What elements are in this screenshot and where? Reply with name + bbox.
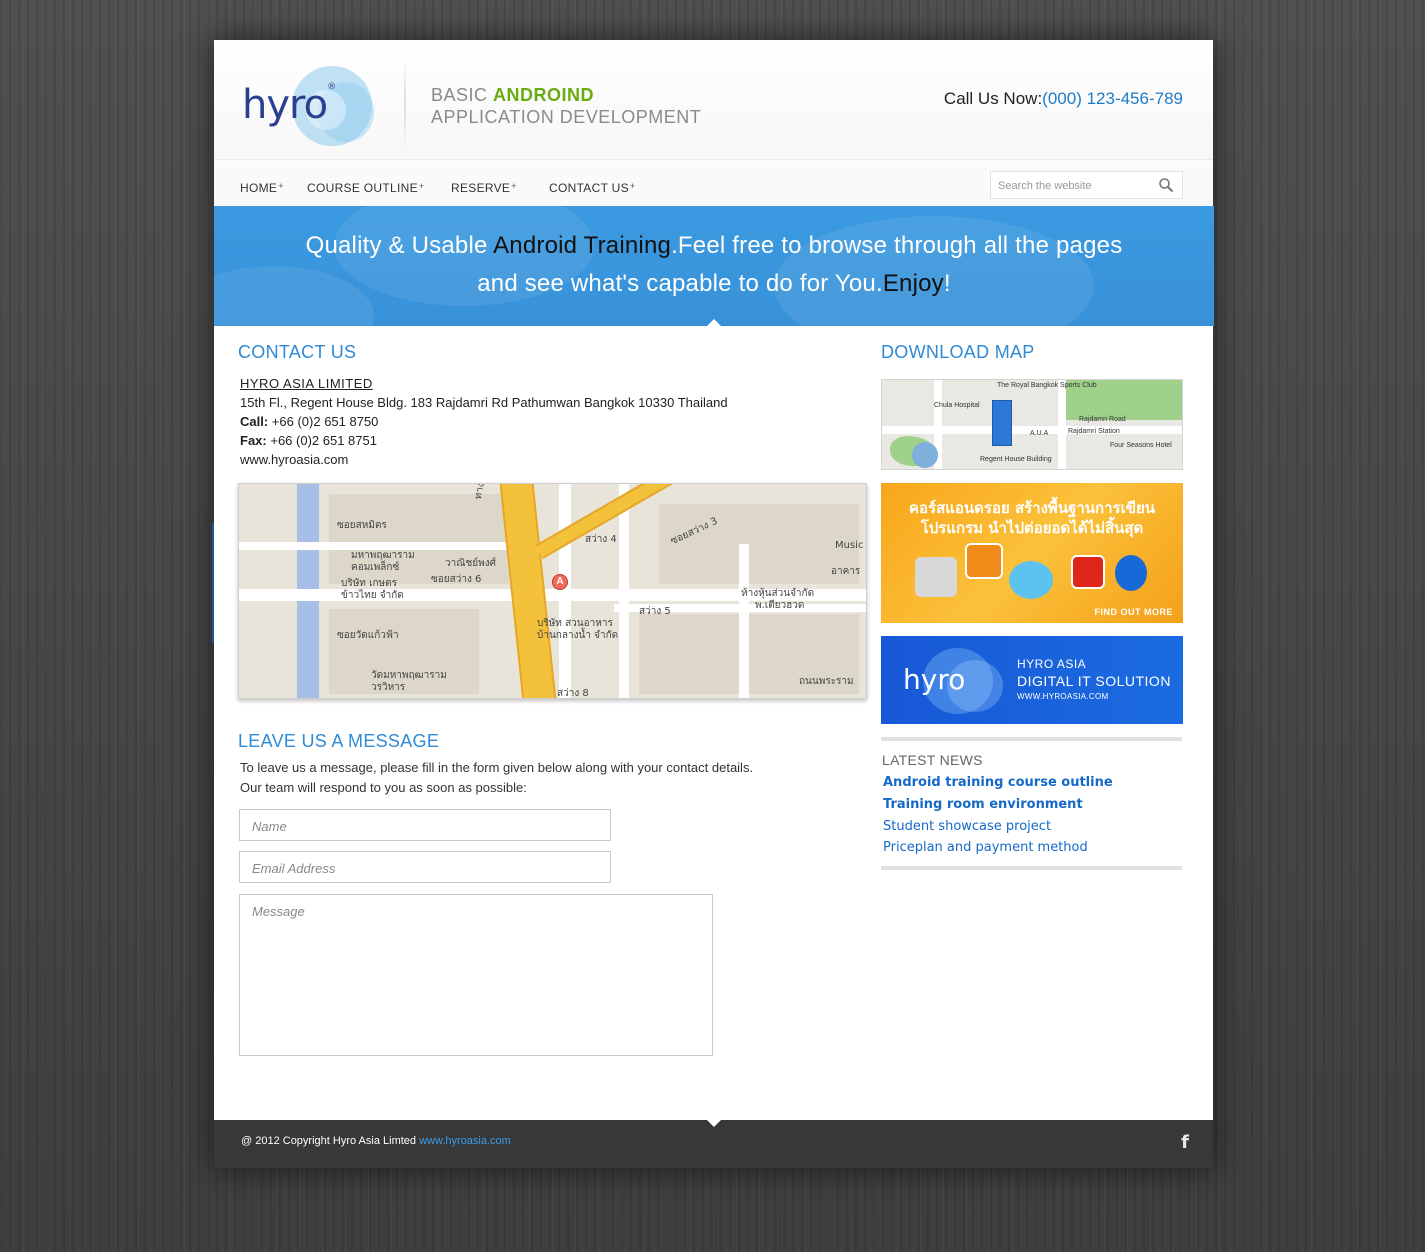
news-divider-top <box>881 737 1182 741</box>
page-container: hyro® BASIC ANDROIND APPLICATION DEVELOP… <box>214 40 1214 1168</box>
map-road <box>1058 380 1066 469</box>
hero-banner: Quality & Usable Android Training.Feel f… <box>214 206 1214 326</box>
phone-number[interactable]: (000) 123-456-789 <box>1042 89 1183 108</box>
company-website[interactable]: www.hyroasia.com <box>240 450 728 469</box>
message-intro: To leave us a message, please fill in th… <box>240 760 754 795</box>
site-tagline: BASIC ANDROIND APPLICATION DEVELOPMENT <box>431 85 702 127</box>
nav-item-contact-us[interactable]: CONTACT US+ <box>549 181 635 195</box>
company-address: 15th Fl., Regent House Bldg. 183 Rajdamr… <box>240 395 728 410</box>
nav-item-reserve[interactable]: RESERVE+ <box>451 181 517 195</box>
location-map[interactable]: ซอยสหมิตร มหาพฤฒาราม คอมเพล็กซ์ วาณิชย์พ… <box>238 483 867 699</box>
map-road <box>739 544 749 698</box>
header-divider <box>404 58 406 150</box>
news-link-training-room[interactable]: Training room environment <box>883 797 1083 812</box>
logo-wordmark: hyro® <box>242 82 336 128</box>
youtube-icon <box>1071 555 1105 589</box>
latest-news-title: LATEST NEWS <box>882 752 983 768</box>
download-map-title: DOWNLOAD MAP <box>881 342 1035 362</box>
map-road <box>559 484 571 698</box>
rss-icon <box>965 543 1003 579</box>
news-link-course-outline[interactable]: Android training course outline <box>883 775 1113 790</box>
email-field[interactable]: Email Address <box>239 851 611 883</box>
main-nav: HOME+ COURSE OUTLINE+ RESERVE+ CONTACT U… <box>214 161 1213 206</box>
news-link-priceplan[interactable]: Priceplan and payment method <box>883 840 1088 855</box>
message-textarea[interactable]: Message <box>239 894 713 1056</box>
company-fax: Fax: +66 (0)2 651 8751 <box>240 433 377 448</box>
hyro-logo-white: hyro <box>903 663 966 696</box>
leave-message-title: LEAVE US A MESSAGE <box>238 731 440 751</box>
twitter-icon <box>1009 561 1053 599</box>
map-road <box>619 484 629 698</box>
search-input[interactable]: Search the website <box>990 171 1183 199</box>
company-name: HYRO ASIA LIMITED <box>240 376 373 391</box>
map-marker-pin[interactable]: A <box>552 574 568 590</box>
banner-line-2: and see what's capable to do for You.Enj… <box>477 270 951 297</box>
footer: @ 2012 Copyright Hyro Asia Limted www.hy… <box>214 1120 1213 1168</box>
news-divider-bottom <box>881 866 1182 870</box>
company-details: HYRO ASIA LIMITED 15th Fl., Regent House… <box>240 374 728 469</box>
download-map-thumbnail[interactable]: The Royal Bangkok Sports Club Chula Hosp… <box>881 379 1183 470</box>
search-icon[interactable] <box>1158 177 1174 193</box>
company-call: Call: +66 (0)2 651 8750 <box>240 414 379 429</box>
bluetooth-icon <box>1115 555 1147 591</box>
call-us-now: Call Us Now:(000) 123-456-789 <box>943 89 1183 108</box>
copyright-text: @ 2012 Copyright Hyro Asia Limted www.hy… <box>241 1135 511 1147</box>
hyro-logo[interactable]: hyro® <box>240 60 380 150</box>
contact-us-title: CONTACT US <box>238 342 357 362</box>
name-field[interactable]: Name <box>239 809 611 841</box>
banner-pointer <box>707 319 721 326</box>
news-link-student-showcase[interactable]: Student showcase project <box>883 819 1051 834</box>
building-icon <box>992 400 1012 446</box>
footer-website-link[interactable]: www.hyroasia.com <box>419 1135 511 1147</box>
hyro-asia-ad[interactable]: hyro HYRO ASIA DIGITAL IT SOLUTION WWW.H… <box>881 636 1183 724</box>
android-phone-icon <box>915 557 957 597</box>
facebook-icon[interactable]: f <box>1181 1132 1189 1153</box>
header: hyro® BASIC ANDROIND APPLICATION DEVELOP… <box>214 40 1213 160</box>
nav-item-home[interactable]: HOME+ <box>240 181 284 195</box>
banner-line-1: Quality & Usable Android Training.Feel f… <box>305 232 1123 259</box>
map-marker <box>912 442 938 468</box>
map-block <box>659 504 859 584</box>
nav-item-course-outline[interactable]: COURSE OUTLINE+ <box>307 181 424 195</box>
android-course-promo[interactable]: คอร์สแอนดรอย สร้างพื้นฐานการเขียน โปรแกร… <box>881 483 1183 623</box>
footer-pointer <box>707 1120 721 1127</box>
